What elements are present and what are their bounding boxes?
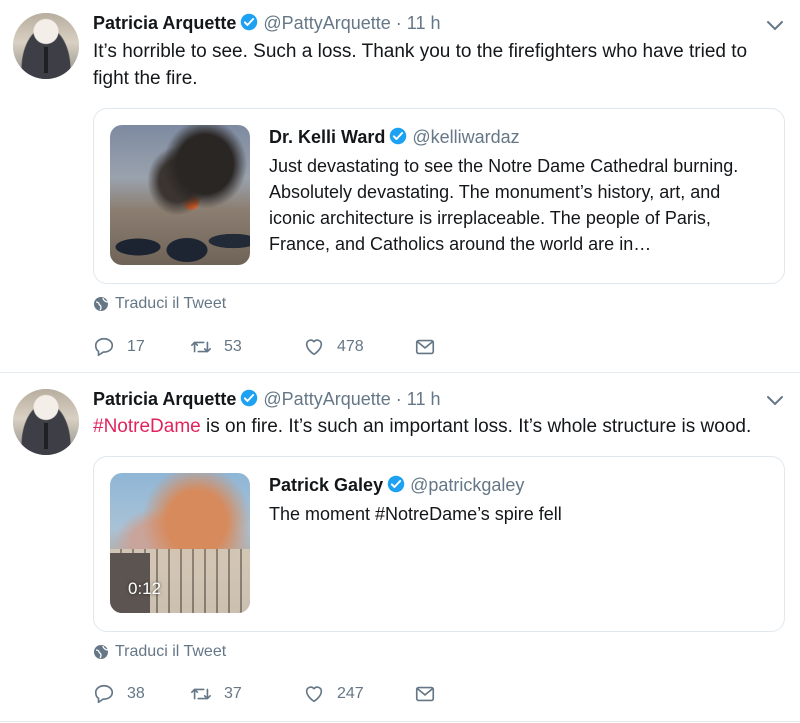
globe-icon [94, 645, 109, 659]
envelope-icon [415, 339, 435, 355]
verified-icon [241, 389, 258, 407]
tweet-text-rest: is on fire. It’s such an important loss.… [200, 416, 752, 437]
quoted-tweet-video[interactable]: 0:12 [110, 473, 250, 613]
quoted-tweet[interactable]: 0:12 Patrick Galey @patrickgaley The mom… [93, 456, 785, 632]
author-name[interactable]: Patricia Arquette [93, 389, 236, 409]
avatar[interactable] [13, 389, 79, 455]
chevron-down-icon[interactable] [766, 20, 784, 32]
chevron-down-icon[interactable] [766, 395, 784, 407]
tweet-text: #NotreDame is on fire. It’s such an impo… [93, 413, 783, 440]
globe-icon [94, 297, 109, 311]
separator: · [395, 389, 402, 409]
quoted-author-handle: @kelliwardaz [412, 127, 520, 147]
like-button[interactable]: 478 [303, 336, 414, 358]
translate-link[interactable]: Traduci il Tweet [93, 295, 226, 313]
reply-icon [94, 684, 114, 704]
quoted-tweet-header: Patrick Galey @patrickgaley [269, 475, 524, 496]
direct-message-button[interactable] [414, 683, 436, 705]
quoted-tweet-text: The moment #NotreDame’s spire fell [269, 504, 562, 524]
direct-message-button[interactable] [414, 336, 436, 358]
translate-label[interactable]: Traduci il Tweet [115, 295, 226, 313]
separator: · [395, 13, 402, 33]
tweet-actions: 38 37 247 [93, 683, 436, 705]
quoted-author-name: Dr. Kelli Ward [269, 127, 386, 147]
envelope-icon [415, 686, 435, 702]
author-handle[interactable]: @PattyArquette [263, 389, 390, 409]
heart-icon [305, 686, 323, 703]
translate-label[interactable]: Traduci il Tweet [115, 643, 226, 661]
tweet-text: It’s horrible to see. Such a loss. Thank… [93, 41, 748, 89]
quoted-tweet-header: Dr. Kelli Ward @kelliwardaz [269, 127, 520, 148]
verified-icon [390, 127, 407, 145]
avatar[interactable] [13, 13, 79, 79]
video-duration: 0:12 [128, 579, 162, 598]
retweet-button[interactable]: 37 [190, 683, 303, 705]
timestamp[interactable]: 11 h [407, 389, 441, 409]
reply-button[interactable]: 17 [93, 336, 190, 358]
like-count: 478 [337, 338, 364, 355]
reply-count: 38 [127, 685, 145, 702]
quoted-author-handle: @patrickgaley [410, 475, 525, 495]
hashtag-link[interactable]: #NotreDame [93, 416, 201, 437]
quoted-tweet-text: Just devastating to see the Notre Dame C… [269, 156, 739, 254]
retweet-count: 37 [224, 685, 242, 702]
retweet-count: 53 [224, 338, 242, 355]
author-handle[interactable]: @PattyArquette [263, 13, 390, 33]
quoted-tweet-image[interactable] [110, 125, 250, 265]
tweet-header: Patricia Arquette @PattyArquette · 11 h [93, 13, 440, 34]
heart-icon [305, 339, 323, 356]
reply-button[interactable]: 38 [93, 683, 190, 705]
tweet[interactable]: Patricia Arquette @PattyArquette · 11 h … [0, 0, 800, 373]
tweet-header: Patricia Arquette @PattyArquette · 11 h [93, 389, 440, 410]
reply-icon [94, 337, 114, 357]
retweet-button[interactable]: 53 [190, 336, 303, 358]
author-name[interactable]: Patricia Arquette [93, 13, 236, 33]
reply-count: 17 [127, 338, 145, 355]
tweet[interactable]: Patricia Arquette @PattyArquette · 11 h … [0, 373, 800, 722]
like-count: 247 [337, 685, 364, 702]
quoted-author-name: Patrick Galey [269, 475, 384, 495]
verified-icon [241, 13, 258, 31]
verified-icon [387, 475, 405, 493]
tweet-actions: 17 53 478 [93, 336, 436, 358]
like-button[interactable]: 247 [303, 683, 414, 705]
translate-link[interactable]: Traduci il Tweet [93, 643, 226, 661]
retweet-icon [191, 688, 211, 700]
quoted-tweet[interactable]: Dr. Kelli Ward @kelliwardaz Just devasta… [93, 108, 785, 284]
timestamp[interactable]: 11 h [407, 13, 441, 33]
retweet-icon [191, 341, 211, 353]
